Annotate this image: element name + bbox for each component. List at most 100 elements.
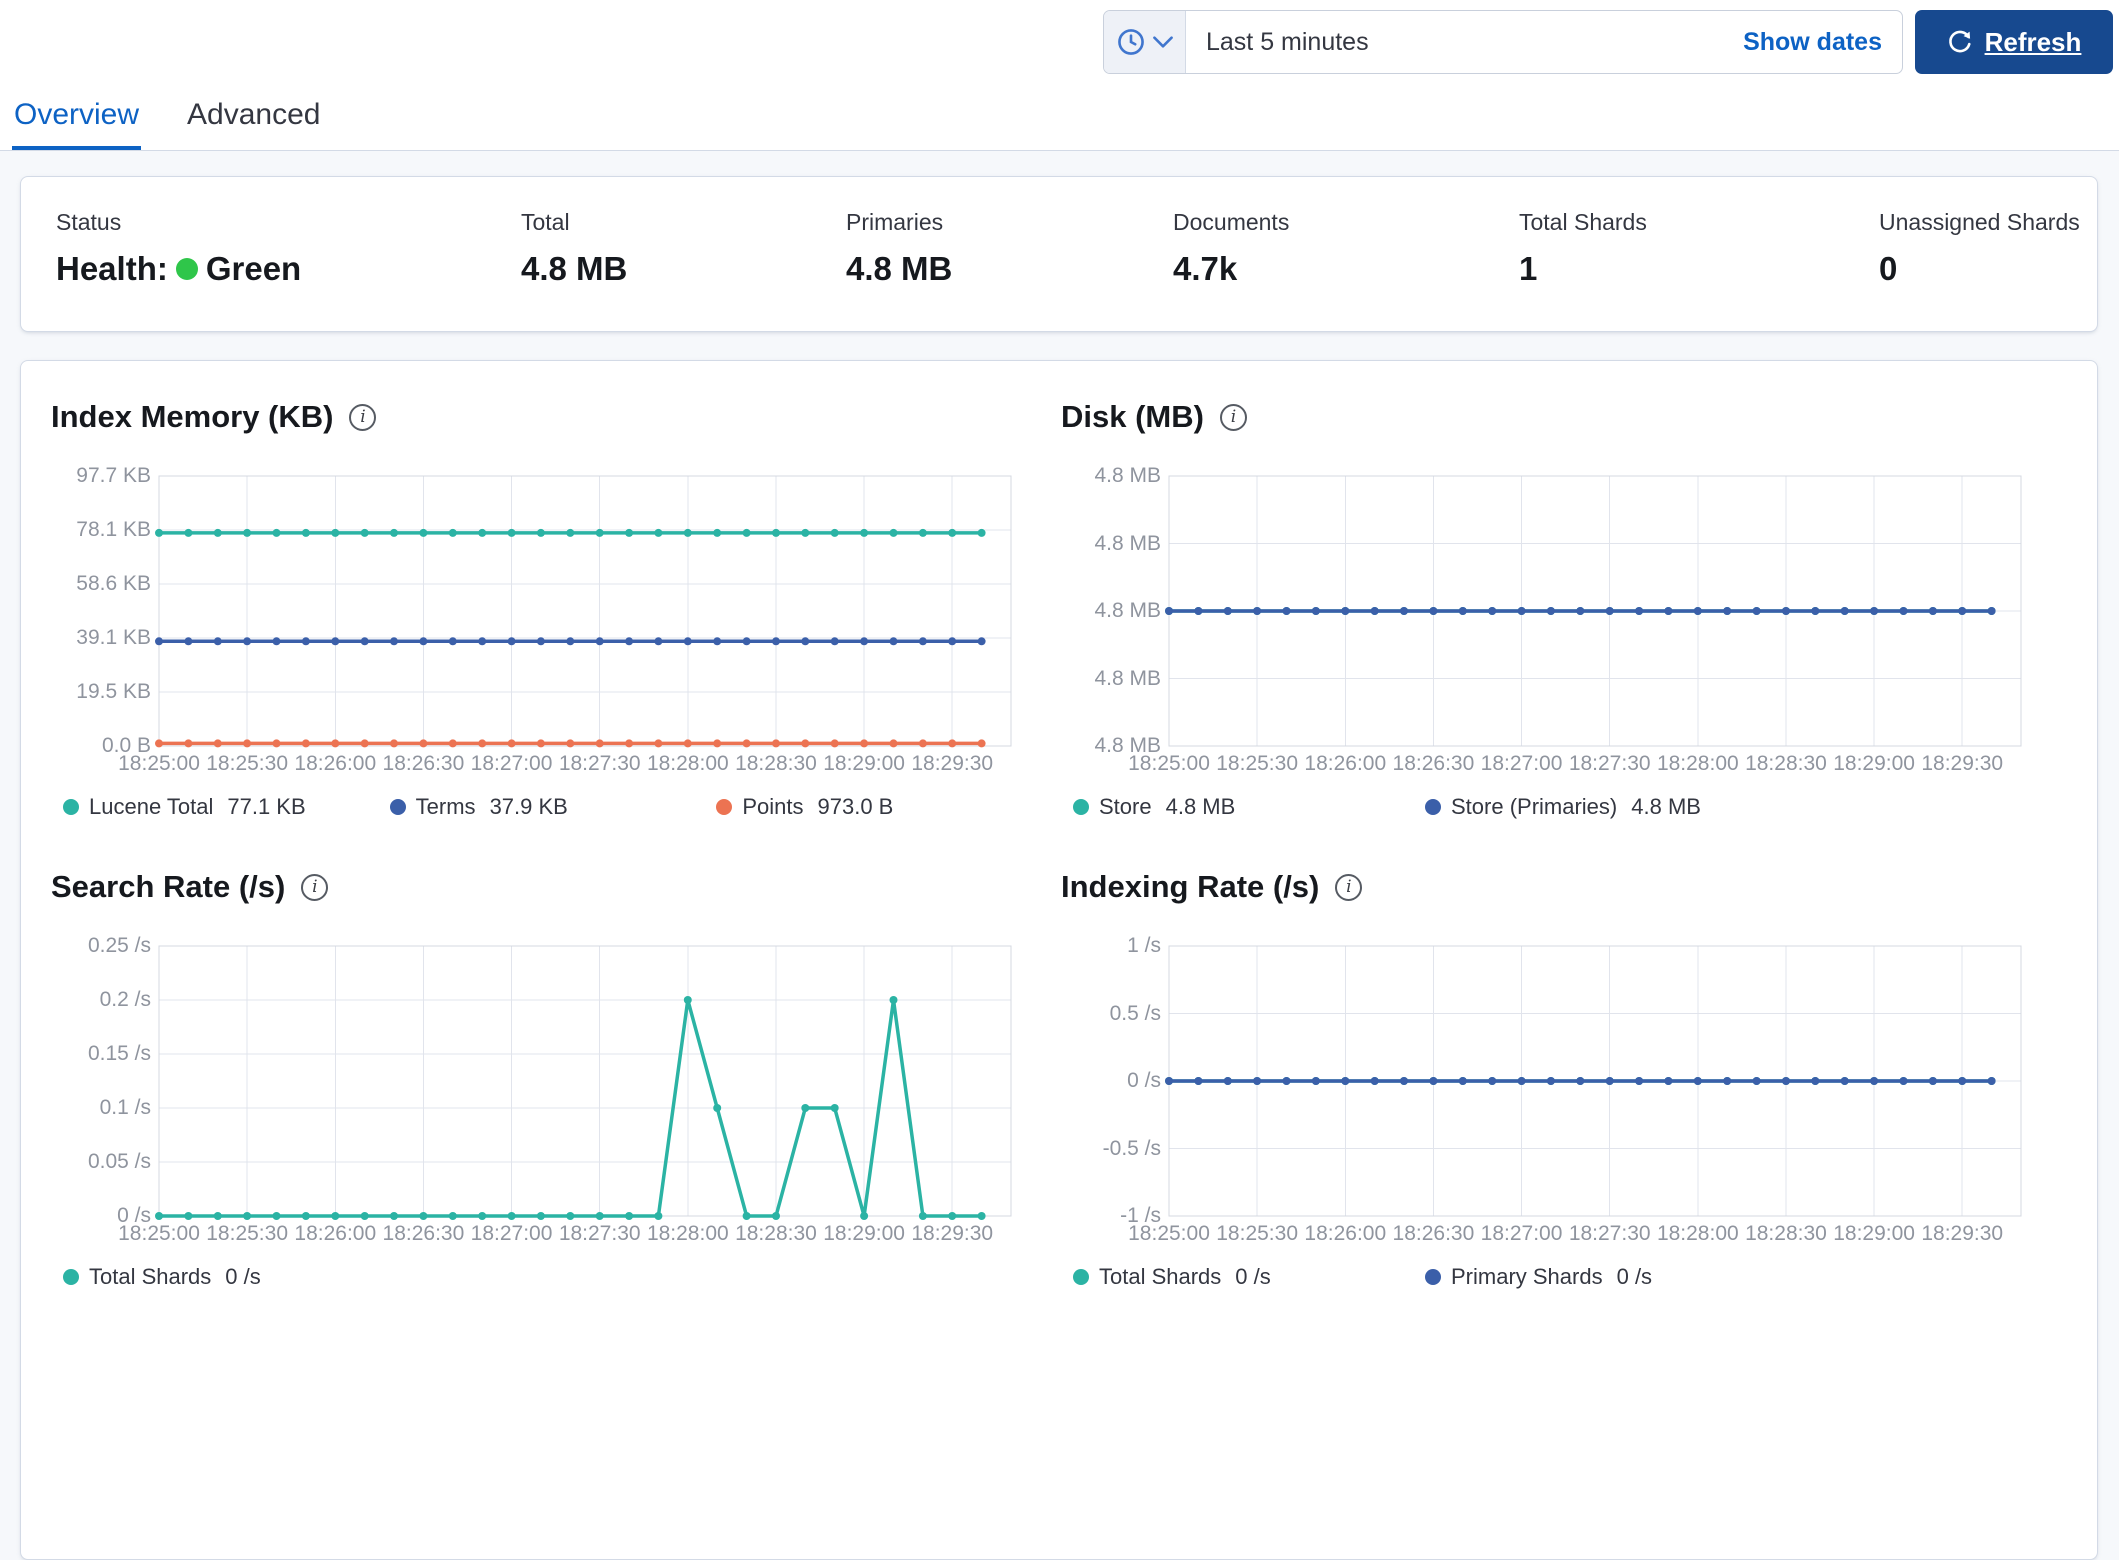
- chart-legend: Total Shards 0 /s Primary Shards 0 /s: [1073, 1264, 2053, 1290]
- legend-item[interactable]: Primary Shards 0 /s: [1425, 1264, 1777, 1290]
- legend-item[interactable]: Total Shards 0 /s: [1073, 1264, 1425, 1290]
- x-axis-labels: 18:25:00 18:25:30 18:26:00 18:26:30 18:27:00…: [1128, 752, 2021, 780]
- y-tick-label: 58.6 KB: [76, 572, 151, 595]
- legend-series-name: Store (Primaries): [1451, 794, 1618, 819]
- refresh-icon: [1948, 30, 1971, 53]
- y-tick-label: 4.8 MB: [1094, 464, 1161, 487]
- x-axis-labels: 18:25:00 18:25:30 18:26:00 18:26:30 18:27:00…: [118, 752, 1011, 780]
- plot-area: [1165, 475, 2022, 747]
- x-tick-label: 18:29:30: [911, 1222, 994, 1245]
- y-tick-label: 78.1 KB: [76, 518, 151, 541]
- legend-dot-icon: [1073, 1269, 1089, 1285]
- stat-primaries: Primaries 4.8 MB: [846, 209, 952, 288]
- time-controls: Last 5 minutes Show dates Refresh: [1103, 10, 2113, 74]
- legend-dot-icon: [716, 799, 733, 815]
- index-summary-panel: Status Health: Green Total 4.8 MB Primar…: [20, 176, 2098, 332]
- legend-series-value: 4.8 MB: [1165, 794, 1236, 819]
- stat-label: Status: [56, 209, 122, 235]
- chart-title: Disk (MB): [1061, 399, 1204, 434]
- legend-item[interactable]: Points 973.0 B: [716, 794, 1043, 820]
- info-icon[interactable]: i: [349, 403, 377, 431]
- stat-value: 0: [1879, 250, 1898, 287]
- selected-time-range: Last 5 minutes: [1206, 27, 1369, 56]
- stat-label: Primaries: [846, 209, 944, 235]
- legend-series-value: 4.8 MB: [1631, 794, 1701, 819]
- legend-dot-icon: [63, 799, 79, 815]
- y-tick-label: 97.7 KB: [76, 464, 151, 487]
- refresh-label: Refresh: [1984, 26, 2082, 57]
- y-tick-label: 0.15 /s: [87, 1042, 151, 1065]
- stat-label: Documents: [1173, 209, 1290, 235]
- show-dates-link[interactable]: Show dates: [1743, 28, 1882, 57]
- y-axis-labels: 4.8 MB 4.8 MB 4.8 MB 4.8 MB 4.8 MB: [1061, 464, 1161, 757]
- y-tick-label: 0.5 /s: [1109, 1001, 1161, 1025]
- y-tick-label: 0.05 /s: [87, 1150, 151, 1173]
- health-value: Green: [205, 250, 302, 287]
- legend-series-name: Primary Shards: [1451, 1264, 1603, 1289]
- x-axis-labels: 18:25:00 18:25:30 18:26:00 18:26:30 18:27:00…: [1128, 1222, 2021, 1250]
- plot-area: [1165, 945, 2022, 1217]
- y-tick-label: 4.8 MB: [1094, 599, 1161, 622]
- tab-advanced[interactable]: Advanced: [185, 98, 322, 150]
- legend-series-value: 973.0 B: [817, 794, 894, 819]
- stat-value: 4.7k: [1173, 250, 1238, 287]
- legend-series-value: 0 /s: [1235, 1264, 1271, 1289]
- tab-overview[interactable]: Overview: [12, 98, 142, 150]
- stat-unassigned-shards: Unassigned Shards 0: [1879, 209, 2080, 288]
- legend-dot-icon: [1425, 799, 1441, 815]
- y-axis-labels: 97.7 KB 78.1 KB 58.6 KB 39.1 KB 19.5 KB 0.0 B: [51, 464, 151, 757]
- legend-item[interactable]: Terms 37.9 KB: [389, 794, 717, 820]
- legend-series-value: 37.9 KB: [489, 794, 568, 819]
- tab-bar: Overview Advanced: [12, 98, 322, 150]
- x-tick-label: 18:29:30: [1921, 1222, 2004, 1245]
- y-tick-label: 39.1 KB: [76, 626, 151, 649]
- chart-disk: Disk (MB) i 4.8 MB 4.8 MB 4.8 MB 4.8 MB 4.8 …: [1061, 396, 2053, 820]
- chart-search-rate: Search Rate (/s) i 0.25 /s 0.2 /s 0.15 /s 0…: [51, 866, 1043, 1290]
- info-icon[interactable]: i: [301, 873, 329, 901]
- legend-series-name: Total Shards: [1099, 1264, 1222, 1289]
- legend-item[interactable]: Store (Primaries) 4.8 MB: [1425, 794, 1777, 820]
- chart-legend: Store 4.8 MB Store (Primaries) 4.8 MB: [1073, 794, 2053, 820]
- chart-title: Index Memory (KB): [51, 399, 334, 434]
- legend-series-value: 0 /s: [225, 1264, 261, 1289]
- stat-total: Total 4.8 MB: [521, 209, 627, 288]
- stat-label: Unassigned Shards: [1879, 209, 2080, 235]
- legend-series-name: Lucene Total: [89, 794, 214, 819]
- y-tick-label: 4.8 MB: [1094, 666, 1161, 690]
- legend-dot-icon: [63, 1269, 79, 1285]
- info-icon[interactable]: i: [1335, 873, 1363, 901]
- health-status-value: Health: Green: [56, 250, 301, 288]
- y-tick-label: 19.5 KB: [76, 680, 151, 703]
- date-value-field[interactable]: Last 5 minutes Show dates: [1186, 11, 1902, 73]
- chart-index-memory: Index Memory (KB) i 97.7 KB 78.1 KB 58.6 K…: [51, 396, 1043, 820]
- legend-dot-icon: [1425, 1269, 1441, 1285]
- stat-total-shards: Total Shards 1: [1519, 209, 1647, 288]
- metrics-charts-panel: Index Memory (KB) i 97.7 KB 78.1 KB 58.6 K…: [20, 360, 2098, 1560]
- y-tick-label: 0.1 /s: [99, 1096, 151, 1119]
- chart-title: Search Rate (/s): [51, 869, 286, 904]
- chart-title: Indexing Rate (/s): [1061, 869, 1320, 904]
- plot-area: [155, 945, 1012, 1220]
- stat-value: 1: [1519, 250, 1538, 287]
- legend-series-name: Terms: [415, 794, 476, 819]
- page-header: Last 5 minutes Show dates Refresh Overvi…: [0, 0, 2119, 151]
- legend-item[interactable]: Store 4.8 MB: [1073, 794, 1425, 820]
- quick-select-button[interactable]: [1104, 11, 1186, 73]
- stat-value: 4.8 MB: [846, 250, 953, 287]
- stat-status: Status Health: Green: [56, 209, 301, 288]
- info-icon[interactable]: i: [1219, 403, 1247, 431]
- date-picker: Last 5 minutes Show dates: [1103, 10, 1903, 74]
- y-axis-labels: 1 /s 0.5 /s 0 /s -0.5 /s -1 /s: [1061, 934, 1161, 1227]
- chart-indexing-rate: Indexing Rate (/s) i 1 /s 0.5 /s 0 /s -0.5 …: [1061, 866, 2053, 1290]
- refresh-button[interactable]: Refresh: [1915, 10, 2113, 74]
- legend-series-name: Points: [742, 794, 804, 819]
- stat-label: Total Shards: [1519, 209, 1647, 235]
- legend-item[interactable]: Total Shards 0 /s: [63, 1264, 415, 1290]
- x-axis-labels: 18:25:00 18:25:30 18:26:00 18:26:30 18:27:00…: [118, 1222, 1011, 1250]
- x-tick-label: 18:29:30: [1921, 752, 2004, 775]
- y-tick-label: -0.5 /s: [1102, 1136, 1161, 1160]
- y-tick-label: 0.25 /s: [87, 934, 151, 957]
- chevron-down-icon: [1152, 36, 1173, 48]
- legend-item[interactable]: Lucene Total 77.1 KB: [63, 794, 390, 820]
- y-tick-label: 0.2 /s: [99, 988, 151, 1011]
